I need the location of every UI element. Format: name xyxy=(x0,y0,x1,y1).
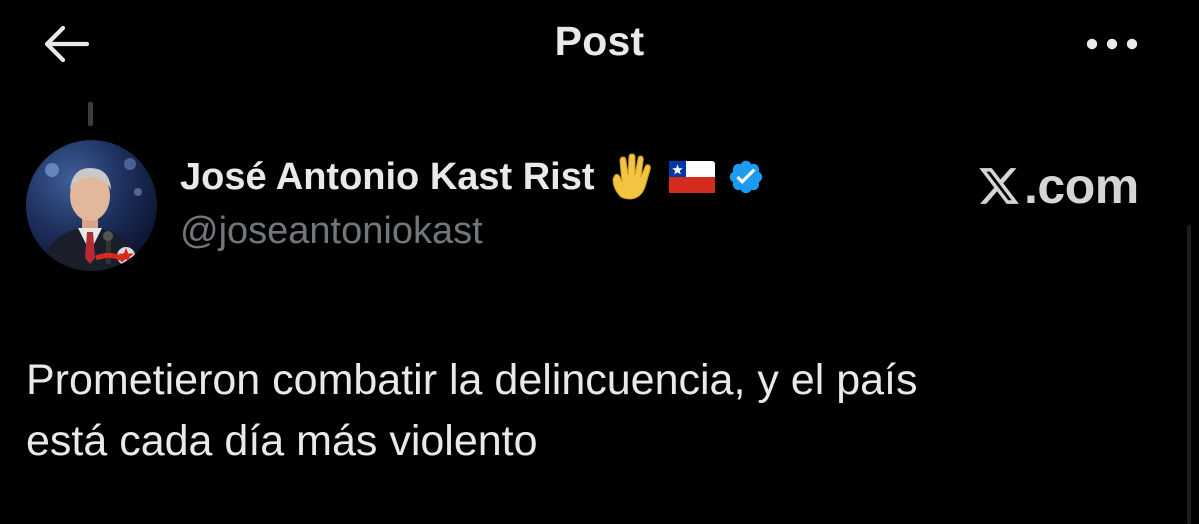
x-logo-icon xyxy=(979,168,1019,204)
thread-connector xyxy=(88,102,93,126)
more-options-button[interactable] xyxy=(1076,22,1148,66)
watermark-text: .com xyxy=(1024,158,1139,214)
raised-hand-emoji xyxy=(607,153,657,201)
profile-photo xyxy=(26,140,157,271)
chile-flag-emoji xyxy=(668,161,715,193)
x-com-watermark: .com xyxy=(976,157,1139,215)
author-name[interactable]: José Antonio Kast Rist xyxy=(180,156,595,199)
page-title: Post xyxy=(554,18,645,64)
top-bar: Post xyxy=(0,0,1199,88)
verified-badge-icon[interactable] xyxy=(727,158,765,196)
author-row[interactable]: José Antonio Kast Rist xyxy=(180,152,765,202)
scrollbar[interactable] xyxy=(1187,225,1191,524)
author-handle[interactable]: @joseantoniokast xyxy=(180,210,483,253)
post-text: Prometieron combatir la delincuencia, y … xyxy=(26,356,918,465)
more-dots-icon xyxy=(1086,38,1138,50)
avatar[interactable] xyxy=(26,140,157,271)
